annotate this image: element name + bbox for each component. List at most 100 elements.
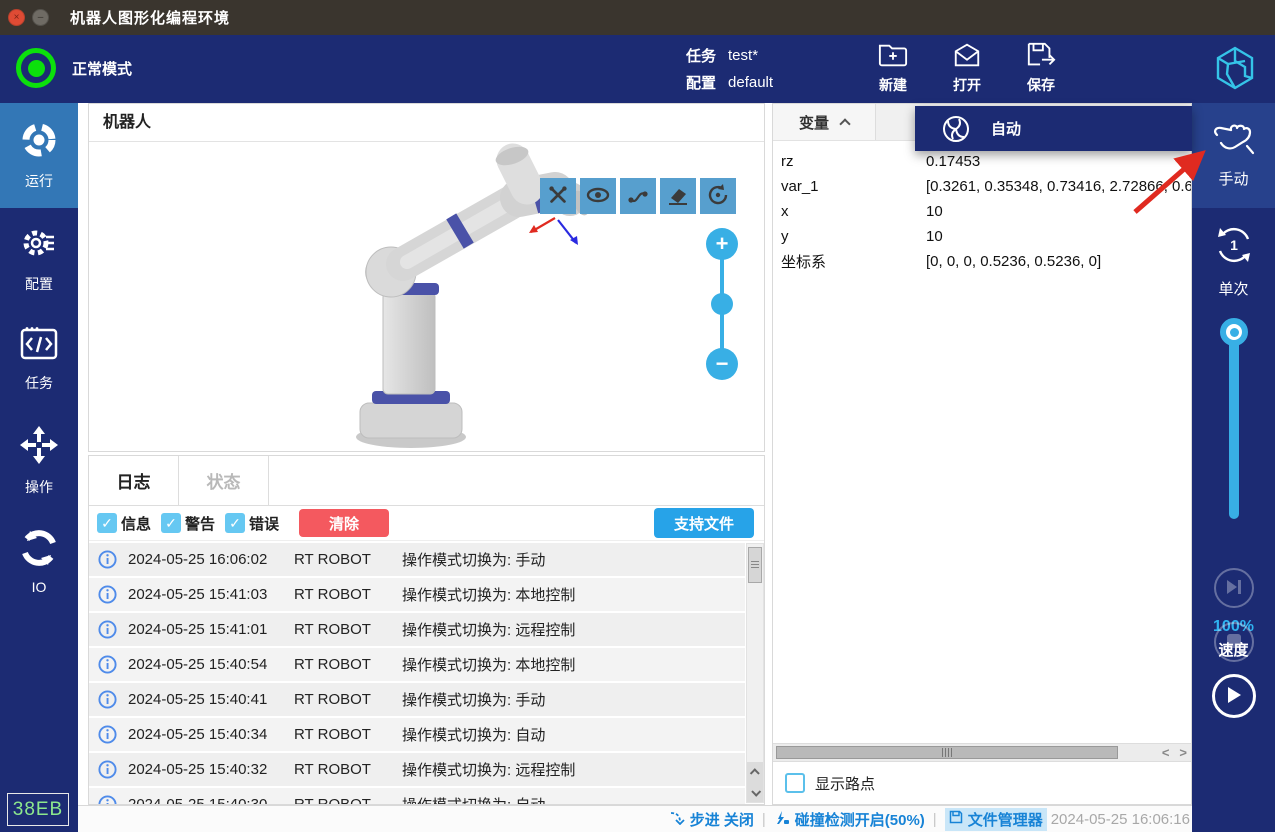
view-zoom-slider: + −: [706, 228, 738, 380]
log-panel: 日志 状态 ✓ 信息 ✓ 警告 ✓ 错误 清除 支持文件 2024-05-25 …: [88, 455, 765, 805]
log-time: 2024-05-25 15:40:41: [128, 691, 294, 708]
filter-error-checkbox[interactable]: ✓: [225, 513, 245, 533]
titlebar: × – 机器人图形化编程环境: [0, 0, 1275, 35]
chevron-down-icon: [751, 786, 761, 796]
collision-detection-toggle[interactable]: 碰撞检测开启(50%): [774, 809, 925, 830]
normal-mode-indicator-icon: [16, 48, 56, 88]
support-file-button[interactable]: 支持文件: [654, 508, 754, 538]
tools-button[interactable]: [540, 178, 576, 214]
zoom-slider-thumb[interactable]: [711, 293, 733, 315]
path-icon: [626, 184, 650, 209]
header-actions: 新建 打开 保存: [878, 41, 1056, 95]
step-forward-button[interactable]: [1214, 568, 1254, 608]
log-time: 2024-05-25 15:40:30: [128, 796, 294, 804]
filter-info-label: 信息: [121, 513, 151, 534]
log-message: 操作模式切换为: 自动: [402, 794, 545, 804]
config-label: 配置: [686, 72, 716, 93]
task-info: 任务test* 配置default: [686, 42, 773, 96]
log-scrollbar-thumb[interactable]: [748, 547, 762, 583]
waypoints-toggle-row: 显示路点: [773, 762, 1191, 804]
info-icon: [98, 760, 117, 779]
status-bar: 步进 关闭 | 碰撞检测开启(50%) | 文件管理器 2024-05-25 1…: [78, 805, 1192, 832]
info-icon: [98, 690, 117, 709]
log-source: RT ROBOT: [294, 586, 402, 603]
sidebar-item-task[interactable]: 任务: [0, 309, 78, 410]
variable-row: y 10: [773, 224, 1191, 249]
variable-row: 坐标系 [0, 0, 0, 0.5236, 0.5236, 0]: [773, 249, 1191, 274]
sidebar-item-run[interactable]: 运行: [0, 103, 78, 208]
step-mode-toggle[interactable]: 步进 关闭: [670, 809, 754, 830]
variable-value: 10: [926, 203, 943, 220]
open-task-button[interactable]: 打开: [952, 41, 982, 95]
play-button[interactable]: [1212, 674, 1256, 718]
log-entry-row: 2024-05-25 15:40:30 RT ROBOT 操作模式切换为: 自动: [89, 788, 745, 804]
variables-tab[interactable]: 变量: [773, 104, 876, 140]
new-task-button[interactable]: 新建: [878, 41, 908, 95]
single-cycle-icon: 1: [1213, 224, 1255, 270]
open-envelope-icon: [952, 41, 982, 72]
variables-table: rz 0.17453 var_1 [0.3261, 0.35348, 0.734…: [773, 141, 1191, 274]
log-source: RT ROBOT: [294, 761, 402, 778]
visibility-button[interactable]: [580, 178, 616, 214]
filter-warning-checkbox[interactable]: ✓: [161, 513, 181, 533]
variable-value: [0, 0, 0, 0.5236, 0.5236, 0]: [926, 253, 1101, 270]
gear-icon: [20, 224, 58, 265]
speed-slider-thumb[interactable]: [1220, 318, 1248, 346]
show-waypoints-label: 显示路点: [815, 773, 875, 794]
scroll-down-button[interactable]: [747, 782, 763, 802]
mode-menu-item-auto[interactable]: 自动: [915, 106, 1192, 151]
chevron-up-icon: [749, 768, 759, 778]
erase-button[interactable]: [660, 178, 696, 214]
new-folder-icon: [878, 41, 908, 72]
file-manager-button[interactable]: 文件管理器: [945, 808, 1047, 831]
sidebar-item-config[interactable]: 配置: [0, 208, 78, 309]
robot-panel-title: 机器人: [89, 104, 764, 142]
robot-3d-view[interactable]: + −: [89, 142, 764, 451]
info-icon: [98, 620, 117, 639]
sidebar-item-io[interactable]: IO: [0, 511, 78, 612]
file-manager-icon: [949, 810, 963, 828]
reset-view-button[interactable]: [700, 178, 736, 214]
trajectory-button[interactable]: [620, 178, 656, 214]
zoom-out-button[interactable]: −: [706, 348, 738, 380]
manual-mode-button[interactable]: 手动: [1192, 103, 1275, 208]
save-task-button[interactable]: 保存: [1026, 41, 1056, 95]
hscrollbar-thumb[interactable]: [776, 746, 1118, 759]
variables-panel: 变量 rz 0.17453 var_1 [0.3261, 0.35348, 0.…: [772, 103, 1192, 805]
move-arrows-icon: [19, 425, 59, 468]
filter-info-checkbox[interactable]: ✓: [97, 513, 117, 533]
header-bar: 正常模式 任务test* 配置default 新建 打开: [0, 35, 1275, 103]
log-source: RT ROBOT: [294, 726, 402, 743]
window-close-button[interactable]: ×: [8, 9, 25, 26]
info-icon: [98, 725, 117, 744]
single-cycle-button[interactable]: 1 单次: [1192, 213, 1275, 310]
run-target-icon: [20, 121, 58, 162]
tab-status[interactable]: 状态: [179, 456, 269, 505]
speed-slider-track[interactable]: [1229, 331, 1239, 519]
log-entry-row: 2024-05-25 16:06:02 RT ROBOT 操作模式切换为: 手动: [89, 543, 745, 576]
variables-hscrollbar[interactable]: < >: [773, 743, 1191, 762]
info-icon: [98, 550, 117, 569]
window-minimize-button[interactable]: –: [32, 9, 49, 26]
skip-icon: [1225, 579, 1243, 598]
sidebar-item-jog[interactable]: 操作: [0, 410, 78, 511]
zoom-in-button[interactable]: +: [706, 228, 738, 260]
status-badge: 38EB: [7, 793, 69, 826]
tab-log[interactable]: 日志: [89, 456, 179, 505]
stop-button[interactable]: [1214, 622, 1254, 662]
app-window: × – 机器人图形化编程环境 正常模式 任务test* 配置default 新建: [0, 0, 1275, 832]
show-waypoints-checkbox[interactable]: [785, 773, 805, 793]
left-sidebar: 运行 配置 任务 操作 IO 38EB: [0, 103, 78, 832]
scroll-up-button[interactable]: [747, 762, 763, 782]
log-source: RT ROBOT: [294, 551, 402, 568]
scroll-left-button[interactable]: <: [1162, 745, 1170, 760]
log-scrollbar[interactable]: [746, 543, 764, 803]
variable-name: rz: [781, 153, 926, 170]
variable-name: 坐标系: [781, 251, 926, 272]
auto-swirl-icon: [941, 114, 971, 144]
view-toolbar: [540, 178, 736, 214]
variable-name: x: [781, 203, 926, 220]
clear-log-button[interactable]: 清除: [299, 509, 389, 537]
mode-indicator-group: 正常模式: [16, 48, 132, 88]
scroll-right-button[interactable]: >: [1179, 745, 1187, 760]
